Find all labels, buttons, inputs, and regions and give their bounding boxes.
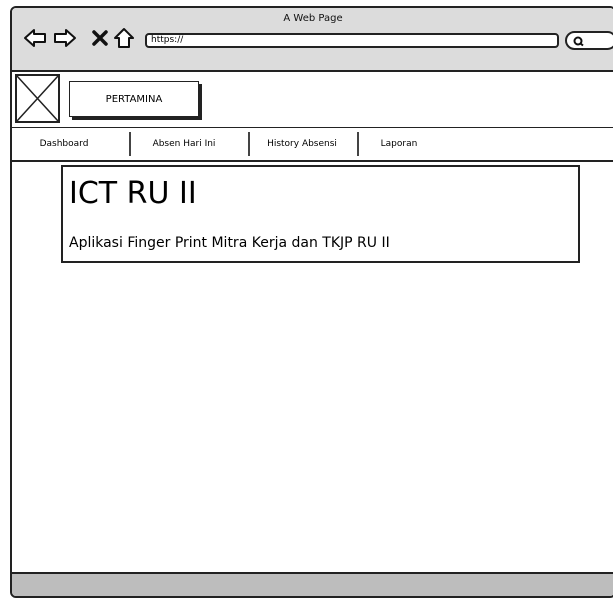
search-button[interactable] [565,31,613,50]
search-icon [573,36,584,47]
nav-divider [129,132,131,156]
nav-item-absen-hari-ini[interactable]: Absen Hari Ini [136,128,232,159]
home-icon[interactable] [112,26,136,50]
nav-item-history-absensi[interactable]: History Absensi [253,128,351,159]
brand-button[interactable]: PERTAMINA [69,81,199,117]
close-icon[interactable] [88,26,112,50]
back-arrow-icon[interactable] [23,26,47,50]
page-title: ICT RU II [69,176,197,211]
nav-item-laporan[interactable]: Laporan [362,128,436,159]
window-title: A Web Page [283,13,343,24]
nav-menu: Dashboard Absen Hari Ini History Absensi… [12,127,613,162]
status-bar [12,572,613,596]
browser-toolbar: A Web Page https:// [12,8,613,72]
nav-divider [248,132,250,156]
url-input[interactable]: https:// [145,33,559,48]
browser-window: A Web Page https:// PERTAMINA Dashboard [10,6,613,598]
image-placeholder-icon [16,75,59,122]
forward-arrow-icon[interactable] [53,26,77,50]
nav-item-dashboard[interactable]: Dashboard [20,128,108,159]
page-subtitle: Aplikasi Finger Print Mitra Kerja dan TK… [69,235,390,251]
nav-divider [357,132,359,156]
hero-panel: ICT RU II Aplikasi Finger Print Mitra Ke… [61,165,580,263]
logo-image-placeholder [15,74,60,123]
